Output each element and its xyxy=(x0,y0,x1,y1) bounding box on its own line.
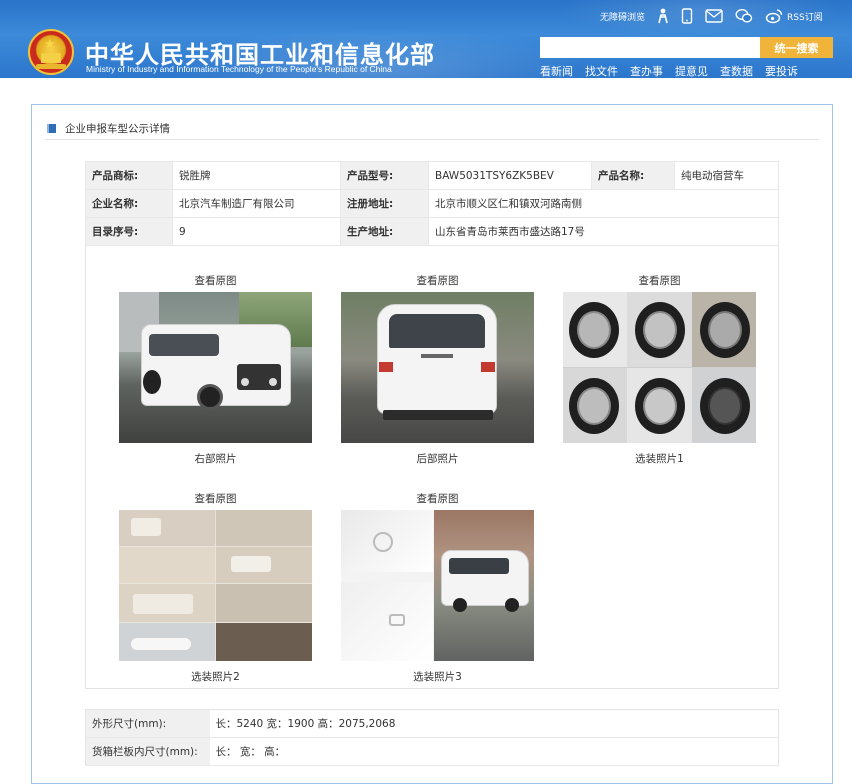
overall-dimensions-value: 长：5240 宽：1900 高：2075,2068 xyxy=(209,709,779,738)
reg-address-label: 注册地址: xyxy=(340,189,429,218)
photo-item: 查看原图 后部照片 xyxy=(341,274,534,466)
dimensions-table: 外形尺寸(mm): 长：5240 宽：1900 高：2075,2068 货箱栏板… xyxy=(85,709,779,766)
view-original-link[interactable]: 查看原图 xyxy=(341,274,534,288)
view-original-link[interactable]: 查看原图 xyxy=(341,492,534,506)
reg-address-value: 北京市顺义区仁和镇双河路南侧 xyxy=(428,189,779,218)
view-original-link[interactable]: 查看原图 xyxy=(563,274,756,288)
product-name-label: 产品名称: xyxy=(591,161,675,190)
nav-item-files[interactable]: 找文件 xyxy=(585,63,618,78)
photo-caption: 后部照片 xyxy=(416,453,459,465)
photo-optional-1[interactable] xyxy=(563,292,756,443)
table-row: 企业名称: 北京汽车制造厂有限公司 注册地址: 北京市顺义区仁和镇双河路南侧 xyxy=(85,189,779,218)
photo-caption: 右部照片 xyxy=(194,453,237,465)
details-panel: 企业申报车型公示详情 产品商标: 锐胜牌 产品型号: BAW5031TSY6ZK… xyxy=(31,104,833,784)
photo-caption: 选装照片1 xyxy=(635,453,684,465)
top-links: 无障碍浏览 RSS订阅 xyxy=(600,6,823,26)
photo-rear[interactable] xyxy=(341,292,534,443)
company-label: 企业名称: xyxy=(85,189,173,218)
panel-heading: 企业申报车型公示详情 xyxy=(45,118,819,140)
cargo-dimensions-value: 长： 宽： 高： xyxy=(209,737,779,766)
search-input[interactable] xyxy=(540,37,760,58)
production-address-label: 生产地址: xyxy=(340,217,429,246)
rss-link[interactable]: RSS订阅 xyxy=(787,10,823,23)
cargo-dimensions-label: 货箱栏板内尺寸(mm): xyxy=(85,737,210,766)
nav-item-complaint[interactable]: 要投诉 xyxy=(765,63,798,78)
table-row: 产品商标: 锐胜牌 产品型号: BAW5031TSY6ZK5BEV 产品名称: … xyxy=(85,161,779,190)
table-row: 外形尺寸(mm): 长：5240 宽：1900 高：2075,2068 xyxy=(85,709,779,738)
elder-care-icon[interactable] xyxy=(657,8,669,24)
wechat-icon[interactable] xyxy=(735,8,753,24)
accessibility-link[interactable]: 无障碍浏览 xyxy=(600,10,645,23)
photo-caption: 选装照片2 xyxy=(191,671,240,683)
site-header: ★ 中华人民共和国工业和信息化部 Ministry of Industry an… xyxy=(0,0,852,78)
overall-dimensions-label: 外形尺寸(mm): xyxy=(85,709,210,738)
mail-icon[interactable] xyxy=(705,9,723,23)
table-row: 货箱栏板内尺寸(mm): 长： 宽： 高： xyxy=(85,737,779,766)
photo-item: 查看原图 选装照片1 xyxy=(563,274,756,466)
site-subtitle: Ministry of Industry and Information Tec… xyxy=(86,64,392,74)
table-row: 目录序号: 9 生产地址: 山东省青岛市莱西市盛达路17号 xyxy=(85,217,779,246)
photo-caption: 选装照片3 xyxy=(413,671,462,683)
company-value: 北京汽车制造厂有限公司 xyxy=(172,189,341,218)
photo-item: 查看原图 选装照片2 xyxy=(119,492,312,684)
brand-label: 产品商标: xyxy=(85,161,173,190)
vehicle-info-table: 产品商标: 锐胜牌 产品型号: BAW5031TSY6ZK5BEV 产品名称: … xyxy=(85,161,779,246)
book-icon xyxy=(47,124,56,133)
photo-optional-3[interactable] xyxy=(341,510,534,661)
search-button[interactable]: 统一搜索 xyxy=(760,37,833,58)
model-label: 产品型号: xyxy=(340,161,429,190)
nav-item-news[interactable]: 看新闻 xyxy=(540,63,573,78)
catalog-no-value: 9 xyxy=(172,217,341,246)
photo-right-side[interactable] xyxy=(119,292,312,443)
main-nav: 看新闻 找文件 查办事 提意见 查数据 要投诉 xyxy=(540,63,810,78)
nav-item-data[interactable]: 查数据 xyxy=(720,63,753,78)
nav-item-services[interactable]: 查办事 xyxy=(630,63,663,78)
view-original-link[interactable]: 查看原图 xyxy=(119,492,312,506)
production-address-value: 山东省青岛市莱西市盛达路17号 xyxy=(428,217,779,246)
model-value: BAW5031TSY6ZK5BEV xyxy=(428,161,592,190)
photo-optional-2[interactable] xyxy=(119,510,312,661)
photo-grid: 查看原图 右部照片 查看原图 后部照片 查看原图 选装照片1 查看原图 选装照片… xyxy=(85,246,779,689)
nav-item-feedback[interactable]: 提意见 xyxy=(675,63,708,78)
view-original-link[interactable]: 查看原图 xyxy=(119,274,312,288)
photo-item: 查看原图 选装照片3 xyxy=(341,492,534,684)
catalog-no-label: 目录序号: xyxy=(85,217,173,246)
panel-title: 企业申报车型公示详情 xyxy=(65,123,170,135)
photo-item: 查看原图 右部照片 xyxy=(119,274,312,466)
weibo-icon[interactable] xyxy=(765,8,783,24)
mobile-icon[interactable] xyxy=(681,8,693,24)
national-emblem-icon[interactable]: ★ xyxy=(28,29,74,75)
product-name-value: 纯电动宿营车 xyxy=(674,161,779,190)
brand-value: 锐胜牌 xyxy=(172,161,341,190)
